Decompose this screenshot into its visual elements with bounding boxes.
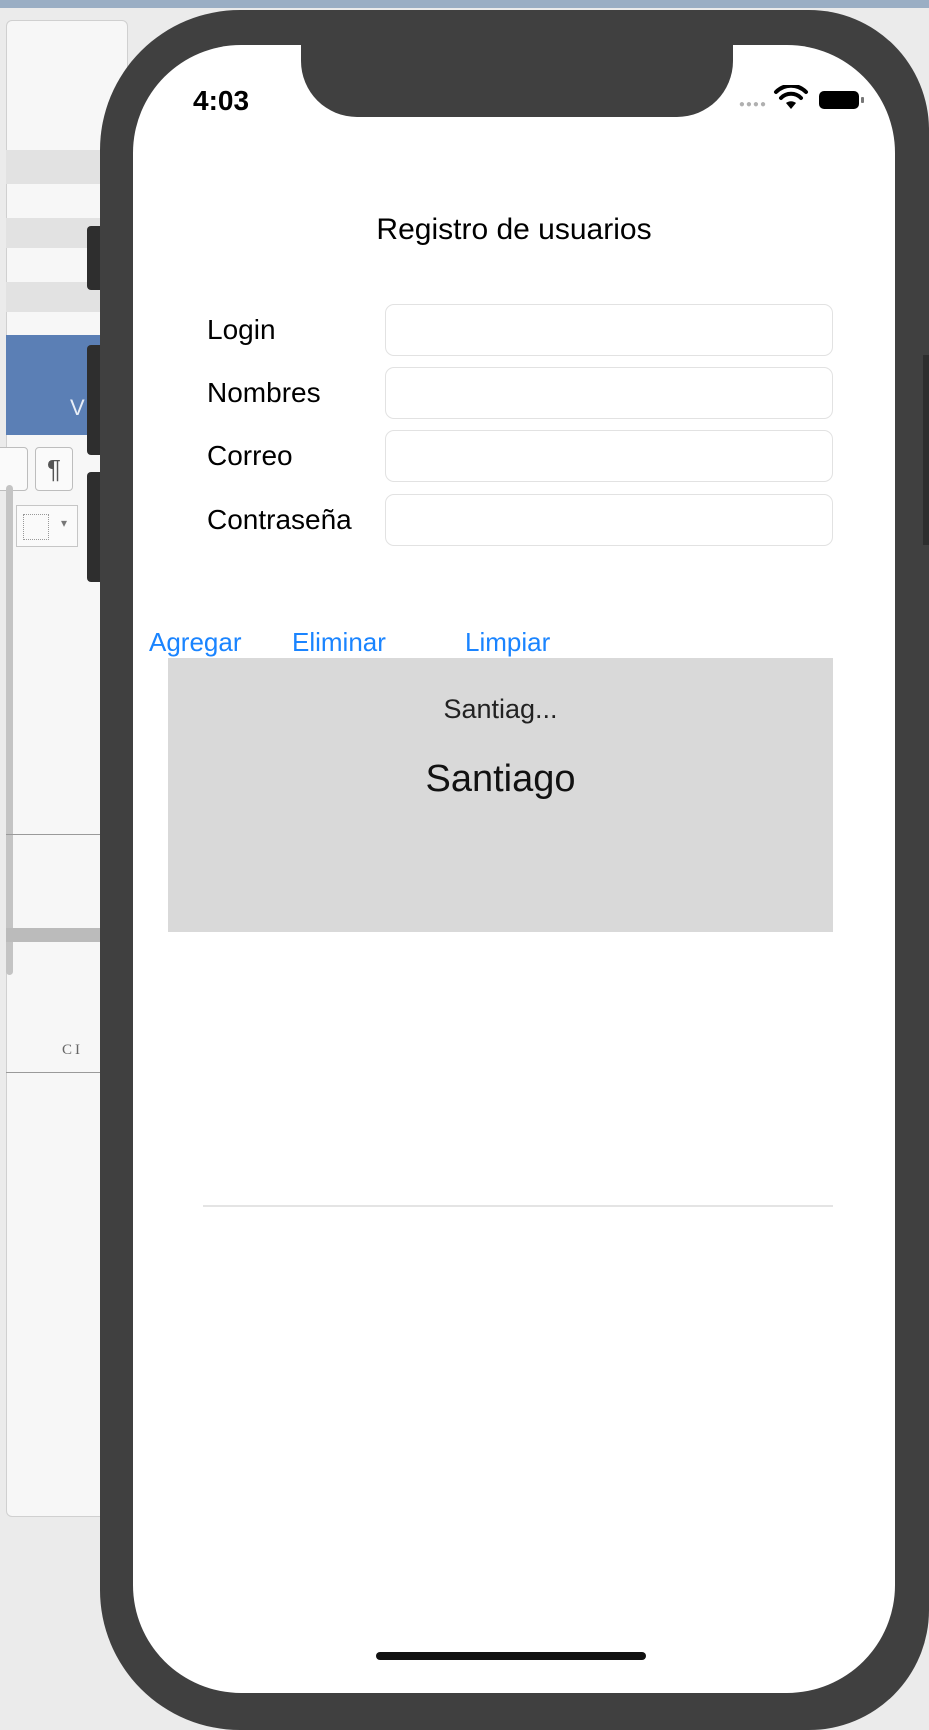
borders-icon	[23, 514, 49, 540]
status-time: 4:03	[193, 85, 250, 116]
pilcrow-button: ¶	[35, 447, 73, 491]
background-ribbon-letter: V	[70, 395, 85, 420]
background-button	[0, 447, 28, 491]
page-title: Registro de usuarios	[376, 213, 652, 246]
contrasena-label: Contraseña	[207, 504, 352, 535]
volume-down-button	[87, 472, 101, 582]
picker-row-truncated[interactable]: Santiag...	[168, 694, 833, 725]
nombres-input[interactable]	[385, 367, 833, 419]
limpiar-button[interactable]: Limpiar	[465, 625, 550, 659]
agregar-button[interactable]: Agregar	[149, 625, 242, 659]
notch	[301, 45, 733, 117]
background-document-text: CI	[62, 1042, 83, 1058]
login-label: Login	[207, 314, 276, 345]
wifi-icon	[774, 85, 808, 109]
device-frame: 4:03 ●●●● Registro de usuarios Login Nom…	[100, 10, 929, 1730]
power-button	[923, 355, 929, 545]
battery-icon	[819, 91, 864, 109]
mute-switch	[87, 226, 101, 290]
background-top-line	[0, 0, 929, 8]
home-indicator[interactable]	[376, 1652, 646, 1660]
signal-icon: ●●●●	[738, 99, 767, 110]
dropdown-arrow-icon: ▾	[61, 516, 68, 530]
contrasena-input[interactable]	[385, 494, 833, 546]
status-icons: ●●●●	[725, 85, 865, 113]
nombres-label: Nombres	[207, 377, 321, 408]
eliminar-button[interactable]: Eliminar	[292, 625, 386, 659]
correo-label: Correo	[207, 440, 293, 471]
city-picker[interactable]: Santiag... Santiago	[168, 658, 833, 932]
volume-up-button	[87, 345, 101, 455]
separator-line	[203, 1205, 833, 1207]
login-input[interactable]	[385, 304, 833, 356]
picker-row-selected[interactable]: Santiago	[168, 758, 833, 801]
background-borders-button: ▾	[16, 505, 78, 547]
background-scrollbar	[6, 485, 13, 975]
device-screen: 4:03 ●●●● Registro de usuarios Login Nom…	[133, 45, 895, 1693]
correo-input[interactable]	[385, 430, 833, 482]
